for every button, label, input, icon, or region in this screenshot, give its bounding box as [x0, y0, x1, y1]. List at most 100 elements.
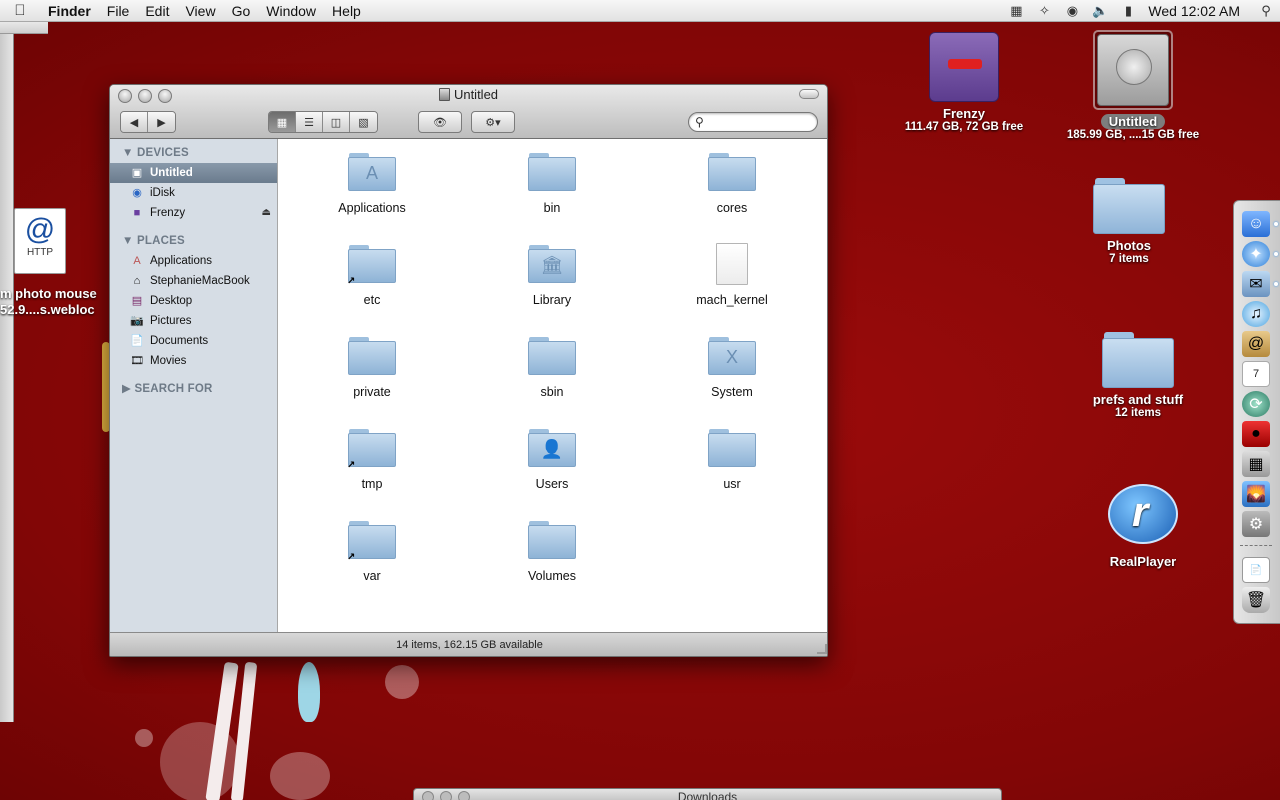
decorative-circle [270, 752, 330, 800]
file-item-sbin[interactable]: sbin [482, 337, 622, 399]
coverflow-view-button[interactable]: ▧ [350, 112, 377, 132]
resize-grip[interactable] [817, 644, 827, 654]
file-item-tmp[interactable]: ↗ tmp [302, 429, 442, 491]
desktop-icon-sub: 185.99 GB, ....15 GB free [1066, 129, 1200, 141]
sidebar-item-frenzy[interactable]: ■ Frenzy ⏏ [110, 203, 277, 223]
menu-view[interactable]: View [177, 0, 223, 22]
sidebar-item-untitled[interactable]: ▣ Untitled [110, 163, 277, 183]
calculator-icon[interactable]: ▦ [1242, 451, 1270, 477]
sidebar-heading-devices[interactable]: ▼ DEVICES [110, 143, 277, 163]
battery-icon[interactable]: ▮ [1114, 3, 1142, 19]
sidebar-item-label: Pictures [150, 315, 192, 327]
file-item-label: Applications [338, 201, 406, 215]
sidebar-item-documents[interactable]: 📄 Documents [110, 331, 277, 351]
desktop-icon-prefs[interactable]: prefs and stuff 12 items [1078, 332, 1198, 419]
file-item-users[interactable]: 👤 Users [482, 429, 622, 491]
file-item-label: bin [543, 201, 561, 215]
documents-stack-icon[interactable]: 📄 [1242, 557, 1270, 583]
file-item-label: private [353, 385, 391, 399]
finder-icon[interactable]: ☺ [1242, 211, 1270, 237]
desktop-icon-photos[interactable]: Photos 7 items [1074, 178, 1184, 265]
quick-look-button[interactable]: 👁 [418, 111, 462, 133]
sidebar-item-label: iDisk [150, 187, 175, 199]
spaces-icon[interactable]: ▦ [1002, 3, 1030, 19]
eject-icon[interactable]: ⏏ [262, 203, 271, 223]
folder-icon [1093, 178, 1165, 234]
sidebar-heading-places[interactable]: ▼ PLACES [110, 231, 277, 251]
iphoto-icon[interactable]: 🌄 [1242, 481, 1270, 507]
sidebar-item-label: StephanieMacBook [150, 275, 250, 287]
search-input[interactable] [711, 115, 811, 129]
menu-extras: ▦ ✧ ◉ 🔈 ▮ Wed 12:02 AM ⚲ [1002, 0, 1280, 22]
file-item-label: cores [716, 201, 748, 215]
file-item-etc[interactable]: ↗ etc [302, 245, 442, 307]
address-book-icon[interactable]: @ [1242, 331, 1270, 357]
status-bar: 14 items, 162.15 GB available [110, 632, 827, 656]
desktop-icon-label: Frenzy [943, 106, 985, 121]
toolbar-toggle-button[interactable] [799, 89, 819, 99]
file-item-volumes[interactable]: Volumes [482, 521, 622, 583]
menu-window[interactable]: Window [258, 0, 324, 22]
volume-icon[interactable]: 🔈 [1086, 3, 1114, 19]
icon-view-button[interactable]: ▦ [269, 112, 296, 132]
menu-edit[interactable]: Edit [137, 0, 177, 22]
desktop-icon-untitled[interactable]: Untitled 185.99 GB, ....15 GB free [1062, 30, 1204, 141]
desktop-icon-frenzy[interactable]: Frenzy 111.47 GB, 72 GB free [894, 32, 1034, 133]
webloc-name-line2: 52.9....s.webloc [0, 302, 95, 317]
column-view-button[interactable]: ◫ [323, 112, 350, 132]
webloc-file-name[interactable]: m photo mouse 52.9....s.webloc [0, 286, 115, 318]
list-view-button[interactable]: ☰ [296, 112, 323, 132]
sidebar-item-movies[interactable]: 🎞 Movies [110, 351, 277, 371]
realplayer-icon [1108, 484, 1178, 544]
photo-booth-icon[interactable]: ● [1242, 421, 1270, 447]
file-item-system[interactable]: X System [662, 337, 802, 399]
menu-go[interactable]: Go [224, 0, 259, 22]
menu-clock[interactable]: Wed 12:02 AM [1142, 3, 1252, 19]
file-item-mach-kernel[interactable]: mach_kernel [662, 243, 802, 307]
sidebar-heading-search-for[interactable]: ▶ SEARCH FOR [110, 379, 277, 399]
wifi-icon[interactable]: ◉ [1058, 3, 1086, 19]
system-preferences-icon[interactable]: ⚙ [1242, 511, 1270, 537]
menu-finder[interactable]: Finder [40, 0, 99, 22]
trash-icon[interactable]: 🗑 [1242, 587, 1270, 613]
file-item-label: usr [723, 477, 741, 491]
file-item-var[interactable]: ↗ var [302, 521, 442, 583]
time-machine-icon[interactable]: ⟳ [1242, 391, 1270, 417]
sidebar-heading-label: DEVICES [136, 147, 189, 159]
file-item-cores[interactable]: cores [662, 153, 802, 215]
apple-menu-icon[interactable]:  [0, 2, 40, 19]
file-item-usr[interactable]: usr [662, 429, 802, 491]
folder-icon [528, 337, 576, 377]
sidebar-item-pictures[interactable]: 📷 Pictures [110, 311, 277, 331]
mail-icon[interactable]: ✉ [1242, 271, 1270, 297]
file-item-bin[interactable]: bin [482, 153, 622, 215]
sidebar-item-label: Desktop [150, 295, 193, 307]
sidebar-item-idisk[interactable]: ◉ iDisk [110, 183, 277, 203]
folder-alias-icon: ↗ [347, 429, 396, 471]
sidebar-item-home[interactable]: ⌂ StephanieMacBook [110, 271, 277, 291]
safari-icon[interactable]: ✦ [1242, 241, 1270, 267]
action-menu-button[interactable]: ⚙▾ [471, 111, 515, 133]
sidebar-item-desktop[interactable]: ▤ Desktop [110, 291, 277, 311]
sidebar-item-applications[interactable]: A Applications [110, 251, 277, 271]
ical-icon[interactable]: 7 [1242, 361, 1270, 387]
desktop-icon-realplayer[interactable]: RealPlayer [1088, 484, 1198, 569]
menu-help[interactable]: Help [324, 0, 369, 22]
file-item-label: System [711, 385, 753, 399]
forward-button[interactable]: ▶ [148, 112, 175, 132]
file-item-private[interactable]: private [302, 337, 442, 399]
window-titlebar[interactable]: Untitled ◀ ▶ ▦ ☰ ◫ ▧ 👁 ⚙▾ ⚲ [110, 85, 827, 139]
webloc-file-icon[interactable]: @ HTTP [14, 208, 66, 274]
downloads-window[interactable]: Downloads [413, 788, 1002, 800]
desktop-icon: ▤ [131, 295, 143, 307]
back-button[interactable]: ◀ [121, 112, 148, 132]
file-item-library[interactable]: 🏛 Library [482, 245, 622, 307]
search-field[interactable]: ⚲ [688, 112, 818, 132]
file-item-label: var [363, 569, 381, 583]
bluetooth-icon[interactable]: ✧ [1030, 3, 1058, 19]
menu-file[interactable]: File [99, 0, 138, 22]
gear-icon: ⚙▾ [485, 116, 501, 129]
itunes-icon[interactable]: ♫ [1242, 301, 1270, 327]
file-item-applications[interactable]: A Applications [302, 153, 442, 215]
spotlight-icon[interactable]: ⚲ [1252, 3, 1280, 19]
